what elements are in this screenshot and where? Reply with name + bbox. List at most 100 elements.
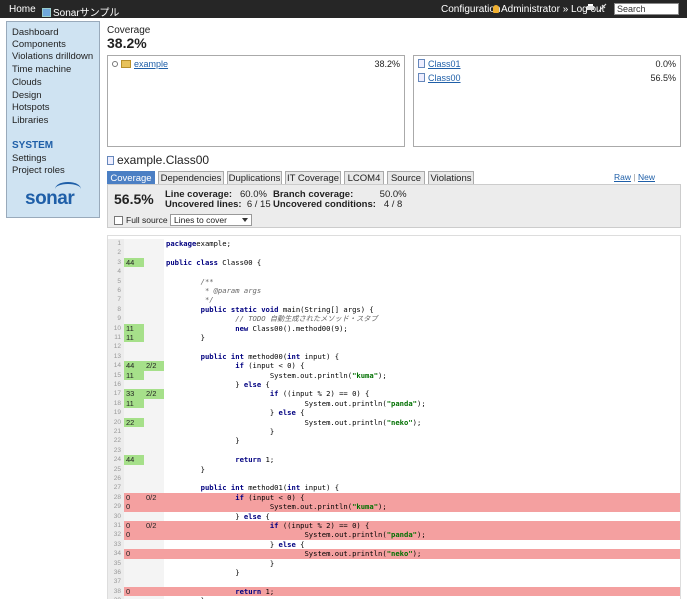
code-text: System.out.println("neko"); [166, 417, 422, 427]
line-conditions [144, 370, 164, 380]
sidebar-item-clouds[interactable]: Clouds [12, 77, 42, 88]
sidebar-item-libraries[interactable]: Libraries [12, 115, 48, 126]
tab-dependencies[interactable]: Dependencies [158, 171, 224, 185]
line-conditions [144, 502, 164, 512]
line-hits [124, 436, 144, 446]
zoom-icon[interactable] [112, 61, 118, 67]
file-icon [107, 156, 114, 165]
chevron-down-icon [242, 218, 248, 222]
line-hits: 11 [124, 323, 144, 333]
line-number: 20 [108, 417, 124, 427]
sonar-logo[interactable]: sonar [25, 182, 81, 210]
code-text: public int method01(int input) { [166, 483, 340, 493]
line-hits [124, 464, 144, 474]
sidebar-item-hotspots[interactable]: Hotspots [12, 102, 50, 113]
line-hits: 0 [124, 530, 144, 540]
code-text: } else { [166, 511, 270, 521]
line-hits: 0 [124, 549, 144, 559]
package-link[interactable]: example [134, 59, 168, 69]
code-line: 5 /** [108, 276, 680, 286]
sidebar-item-components[interactable]: Components [12, 39, 66, 50]
pin-icon[interactable] [598, 3, 607, 12]
tab-it-coverage[interactable]: IT Coverage [285, 171, 341, 185]
project-name: Sonarサンプル [53, 8, 120, 19]
sidebar-item-time-machine[interactable]: Time machine [12, 64, 71, 75]
line-conditions [144, 577, 164, 587]
code-text: System.out.println("kuma"); [166, 502, 387, 512]
line-number: 8 [108, 304, 124, 315]
package-panel: example 38.2% [107, 55, 405, 147]
file-icon [418, 59, 425, 68]
line-conditions [144, 333, 164, 343]
code-text: } [166, 558, 275, 568]
lines-filter-select[interactable]: Lines to cover [170, 214, 252, 226]
line-number: 36 [108, 568, 124, 578]
class-link[interactable]: Class01 [428, 59, 461, 69]
sidebar-item-project-roles[interactable]: Project roles [12, 165, 65, 176]
tab-violations[interactable]: Violations [428, 171, 474, 185]
line-number: 5 [108, 276, 124, 286]
tab-lcom4[interactable]: LCOM4 [344, 171, 384, 185]
raw-link[interactable]: Raw [614, 172, 631, 182]
code-line: 8 public static void main(String[] args)… [108, 304, 680, 315]
line-hits [124, 558, 144, 568]
code-line: 16 } else { [108, 380, 680, 390]
code-text: } [166, 568, 240, 577]
code-text: new Class00().method00(9); [166, 323, 348, 333]
code-text: public static void main(String[] args) { [166, 304, 374, 314]
line-hits [124, 239, 144, 249]
checkbox[interactable] [114, 216, 123, 225]
line-hits [124, 380, 144, 390]
folder-icon [121, 60, 131, 68]
package-row[interactable]: example [112, 59, 168, 69]
line-number: 15 [108, 370, 124, 380]
line-conditions [144, 267, 164, 277]
line-number: 26 [108, 474, 124, 484]
full-source-checkbox[interactable]: Full source [114, 215, 168, 225]
line-hits: 33 [124, 389, 144, 399]
sidebar-item-dashboard[interactable]: Dashboard [12, 27, 58, 38]
code-line: 9 // TODO 自動生成されたメソッド・スタブ [108, 314, 680, 324]
code-line: 28 0 0/2 if (input < 0) { [108, 492, 680, 503]
code-line: 20 22 System.out.println("neko"); [108, 417, 680, 427]
class-row[interactable]: Class00 [418, 73, 461, 83]
line-hits [124, 474, 144, 484]
sidebar-item-settings[interactable]: Settings [12, 153, 46, 164]
line-number: 37 [108, 577, 124, 587]
code-text: } [166, 333, 205, 342]
line-number: 16 [108, 380, 124, 390]
code-line: 22 } [108, 436, 680, 446]
user-icon [493, 5, 499, 13]
metric-value: 38.2% [107, 35, 147, 51]
search-input[interactable]: Search [614, 3, 679, 15]
tab-source[interactable]: Source [387, 171, 425, 185]
tab-coverage[interactable]: Coverage [107, 171, 155, 185]
line-conditions: 2/2 [144, 389, 164, 399]
line-hits [124, 295, 144, 305]
print-icon[interactable] [586, 3, 595, 12]
line-number: 27 [108, 483, 124, 493]
line-conditions [144, 549, 164, 559]
sidebar-item-violations-drilldown[interactable]: Violations drilldown [12, 51, 93, 62]
class-row[interactable]: Class01 [418, 59, 461, 69]
line-number: 24 [108, 455, 124, 465]
home-link[interactable]: Home [9, 4, 36, 15]
code-line: 19 } else { [108, 408, 680, 418]
line-conditions: 2/2 [144, 361, 164, 371]
line-number: 7 [108, 295, 124, 305]
line-number: 32 [108, 530, 124, 540]
source-code-viewer[interactable]: 1 packageexample; 2 3 44 public class Class00… [107, 235, 681, 599]
code-line: 15 11 System.out.println("kuma"); [108, 370, 680, 380]
configuration-link[interactable]: Configuration [441, 4, 500, 15]
project-link[interactable]: Sonarサンプル [42, 4, 119, 19]
line-number: 1 [108, 239, 124, 249]
tab-duplications[interactable]: Duplications [227, 171, 282, 185]
code-text: if ((input % 2) == 0) { [166, 521, 370, 530]
line-hits [124, 351, 144, 362]
code-line: 29 0 System.out.println("kuma"); [108, 502, 680, 512]
class-link[interactable]: Class00 [428, 73, 461, 83]
code-line: 27 public int method01(int input) { [108, 483, 680, 493]
line-number: 14 [108, 361, 124, 371]
line-conditions [144, 530, 164, 540]
sidebar-item-design[interactable]: Design [12, 90, 42, 101]
